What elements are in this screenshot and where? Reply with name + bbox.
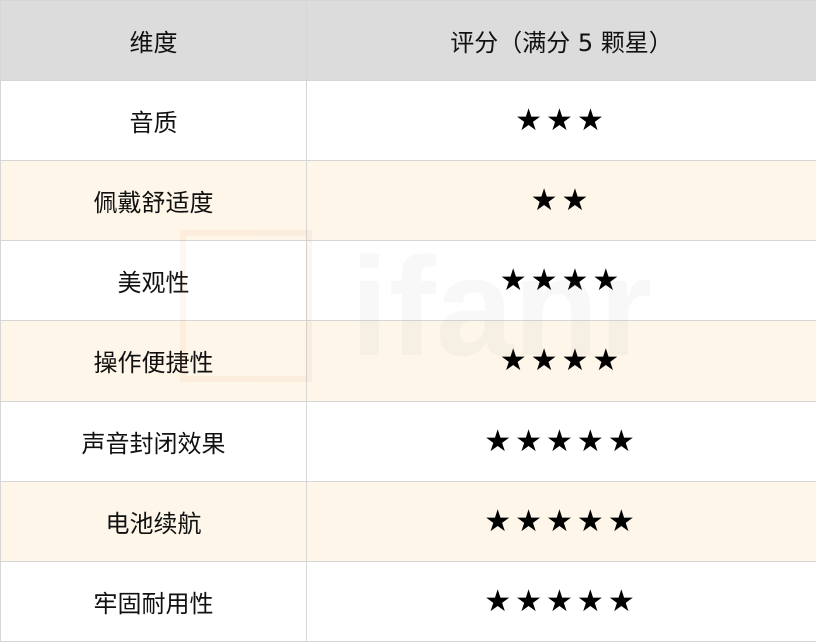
- rating-stars: ★★★★★: [306, 480, 816, 562]
- table-row: 佩戴舒适度 ★★: [0, 160, 816, 242]
- table-row: 牢固耐用性 ★★★★★: [0, 560, 816, 642]
- rating-stars: ★★★★: [306, 240, 816, 322]
- dimension-cell: 电池续航: [0, 480, 307, 562]
- header-dimension: 维度: [0, 0, 307, 81]
- rating-stars: ★★★★★: [306, 560, 816, 642]
- dimension-cell: 牢固耐用性: [0, 560, 307, 642]
- rating-stars: ★★: [306, 160, 816, 242]
- dimension-cell: 佩戴舒适度: [0, 160, 307, 242]
- rating-stars: ★★★: [306, 79, 816, 162]
- rating-stars: ★★★★★: [306, 400, 816, 482]
- dimension-cell: 声音封闭效果: [0, 400, 307, 482]
- table-row: 声音封闭效果 ★★★★★: [0, 400, 816, 482]
- table-row: 电池续航 ★★★★★: [0, 480, 816, 562]
- dimension-cell: 操作便捷性: [0, 320, 307, 402]
- dimension-cell: 音质: [0, 79, 307, 162]
- table-row: 音质 ★★★: [0, 79, 816, 162]
- rating-table: 维度 评分（满分 5 颗星） 音质 ★★★ 佩戴舒适度 ★★ 美观性 ★★★★ …: [0, 0, 816, 642]
- table-row: 操作便捷性 ★★★★: [0, 320, 816, 402]
- rating-stars: ★★★★: [306, 320, 816, 402]
- header-rating: 评分（满分 5 颗星）: [306, 0, 816, 81]
- dimension-cell: 美观性: [0, 240, 307, 322]
- table-header-row: 维度 评分（满分 5 颗星）: [0, 0, 816, 81]
- table-row: 美观性 ★★★★: [0, 240, 816, 322]
